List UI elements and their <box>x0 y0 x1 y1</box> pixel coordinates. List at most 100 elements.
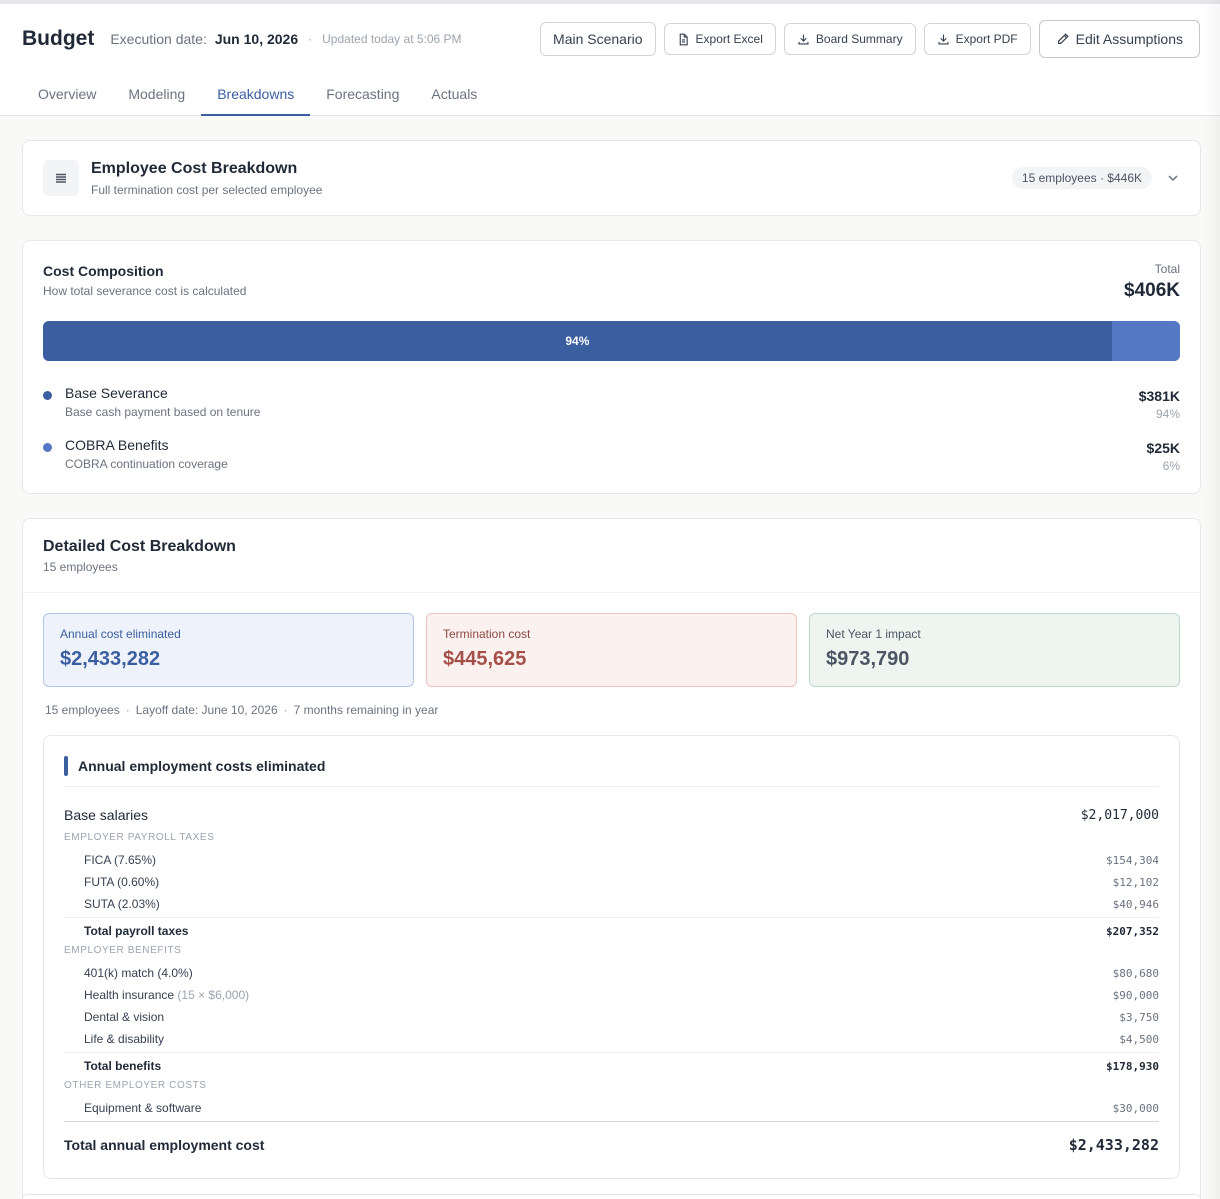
tab-actuals[interactable]: Actuals <box>415 74 493 116</box>
table-row: Health insurance (15 × $6,000) $90,000 <box>64 986 1159 1004</box>
employee-card-subtitle: Full termination cost per selected emplo… <box>91 183 323 197</box>
row-label: Equipment & software <box>84 1101 202 1115</box>
row-value: $12,102 <box>1112 875 1159 889</box>
annual-cost-eliminated-stat: Annual cost eliminated $2,433,282 <box>43 613 414 687</box>
legend-name: Base Severance <box>65 385 168 401</box>
cost-composition-subtitle: How total severance cost is calculated <box>43 284 247 298</box>
tab-modeling[interactable]: Modeling <box>112 74 201 116</box>
legend-percent: 94% <box>1155 407 1180 421</box>
row-value: $90,000 <box>1112 988 1159 1002</box>
divider <box>64 1121 1159 1122</box>
separator-dot: · <box>283 703 288 717</box>
row-value: $3,750 <box>1119 1010 1159 1024</box>
cobra-segment <box>1111 321 1180 361</box>
title-row: Budget Execution date: Jun 10, 2026 · Up… <box>22 20 1200 58</box>
legend-description: Base cash payment based on tenure <box>65 405 261 419</box>
table-row: 401(k) match (4.0%) $80,680 <box>64 964 1159 982</box>
divider <box>64 1052 1159 1053</box>
execution-date-label: Execution date: <box>110 31 207 47</box>
export-pdf-label: Export PDF <box>955 32 1018 46</box>
segment-percent-label: 94% <box>565 334 590 348</box>
row-value: $80,680 <box>1112 966 1159 980</box>
download-icon <box>798 34 809 45</box>
board-summary-button[interactable]: Board Summary <box>783 23 916 55</box>
row-label-text: Health insurance <box>84 988 175 1002</box>
tab-forecasting[interactable]: Forecasting <box>310 74 415 116</box>
document-icon <box>679 33 688 45</box>
legend-percent: 6% <box>1162 459 1180 473</box>
row-label: Total annual employment cost <box>64 1137 265 1153</box>
board-summary-label: Board Summary <box>815 32 903 46</box>
scenario-label: Main Scenario <box>553 31 643 47</box>
meta-remaining: 7 months remaining in year <box>293 703 439 717</box>
row-value: $154,304 <box>1106 853 1159 867</box>
legend-name: COBRA Benefits <box>65 437 169 453</box>
tab-overview[interactable]: Overview <box>22 74 112 116</box>
detailed-cost-breakdown-card: Detailed Cost Breakdown 15 employees Ann… <box>22 518 1201 1199</box>
edit-assumptions-label: Edit Assumptions <box>1075 31 1183 47</box>
row-value: $30,000 <box>1112 1101 1159 1115</box>
detailed-breakdown-title: Detailed Cost Breakdown <box>43 538 236 555</box>
export-excel-label: Export Excel <box>695 32 763 46</box>
base-severance-segment: 94% <box>43 321 1112 361</box>
annual-costs-table: Annual employment costs eliminated Base … <box>43 735 1180 1179</box>
scenario-select-button[interactable]: Main Scenario <box>540 22 656 56</box>
table-row: SUTA (2.03%) $40,946 <box>64 895 1159 913</box>
page-header: Budget Execution date: Jun 10, 2026 · Up… <box>0 4 1220 116</box>
accent-bar <box>64 756 68 776</box>
table-row: Life & disability $4,500 <box>64 1030 1159 1048</box>
scroll-shadow <box>1204 0 1220 1199</box>
grand-total-row: Total annual employment cost $2,433,282 <box>64 1134 1159 1156</box>
row-value: $2,017,000 <box>1080 807 1159 823</box>
list-icon <box>43 160 79 196</box>
cost-composition-card: Cost Composition How total severance cos… <box>22 240 1201 494</box>
legend-dot <box>43 443 52 452</box>
row-label: Total payroll taxes <box>84 924 189 938</box>
meta-employees: 15 employees <box>45 703 120 717</box>
execution-date: Jun 10, 2026 <box>214 31 299 47</box>
page-title: Budget <box>22 27 95 50</box>
row-value: $40,946 <box>1112 897 1159 911</box>
composition-bar: 94% <box>43 321 1180 361</box>
stat-label: Termination cost <box>443 627 531 641</box>
termination-cost-stat: Termination cost $445,625 <box>426 613 797 687</box>
tab-bar: Overview Modeling Breakdowns Forecasting… <box>22 74 493 116</box>
section-label: Employer payroll taxes <box>64 832 215 843</box>
legend-description: COBRA continuation coverage <box>65 457 228 471</box>
total-label: Total <box>1154 262 1180 276</box>
breakdown-meta: 15 employees · Layoff date: June 10, 2026 ·… <box>45 703 438 717</box>
stat-value: $2,433,282 <box>60 648 161 670</box>
tab-breakdowns[interactable]: Breakdowns <box>201 74 311 116</box>
row-label: Base salaries <box>64 807 149 823</box>
separator-dot: · <box>125 703 130 717</box>
net-year1-impact-stat: Net Year 1 impact $973,790 <box>809 613 1180 687</box>
table-heading: Annual employment costs eliminated <box>64 756 325 776</box>
divider <box>23 592 1200 593</box>
table-row: Base salaries $2,017,000 <box>64 805 1159 825</box>
employee-card-title: Employee Cost Breakdown <box>91 160 298 177</box>
row-label: Health insurance (15 × $6,000) <box>64 988 249 1002</box>
table-title: Annual employment costs eliminated <box>78 758 326 774</box>
stat-value: $445,625 <box>443 648 527 670</box>
separator-dot: · <box>308 32 313 46</box>
legend-value: $25K <box>1146 440 1180 456</box>
next-card-peek <box>22 1194 1201 1199</box>
row-note: (15 × $6,000) <box>177 988 250 1002</box>
edit-assumptions-button[interactable]: Edit Assumptions <box>1038 20 1200 58</box>
divider <box>64 786 1159 787</box>
row-value: $4,500 <box>1119 1032 1159 1046</box>
header-actions: Main Scenario Export Excel Board Summary… <box>532 20 1200 58</box>
legend-dot <box>43 391 52 400</box>
employee-cost-breakdown-panel[interactable]: Employee Cost Breakdown Full termination… <box>22 140 1201 216</box>
export-pdf-button[interactable]: Export PDF <box>923 23 1031 55</box>
chevron-down-icon[interactable] <box>1166 171 1180 185</box>
table-row: Dental & vision $3,750 <box>64 1008 1159 1026</box>
subtotal-row: Total payroll taxes $207,352 <box>64 922 1159 940</box>
export-excel-button[interactable]: Export Excel <box>663 23 776 55</box>
table-row: FUTA (0.60%) $12,102 <box>64 873 1159 891</box>
stat-label: Net Year 1 impact <box>826 627 921 641</box>
row-label: Life & disability <box>84 1032 165 1046</box>
row-label: Total benefits <box>84 1059 162 1073</box>
download-icon <box>938 34 949 45</box>
stat-value: $973,790 <box>826 648 910 670</box>
